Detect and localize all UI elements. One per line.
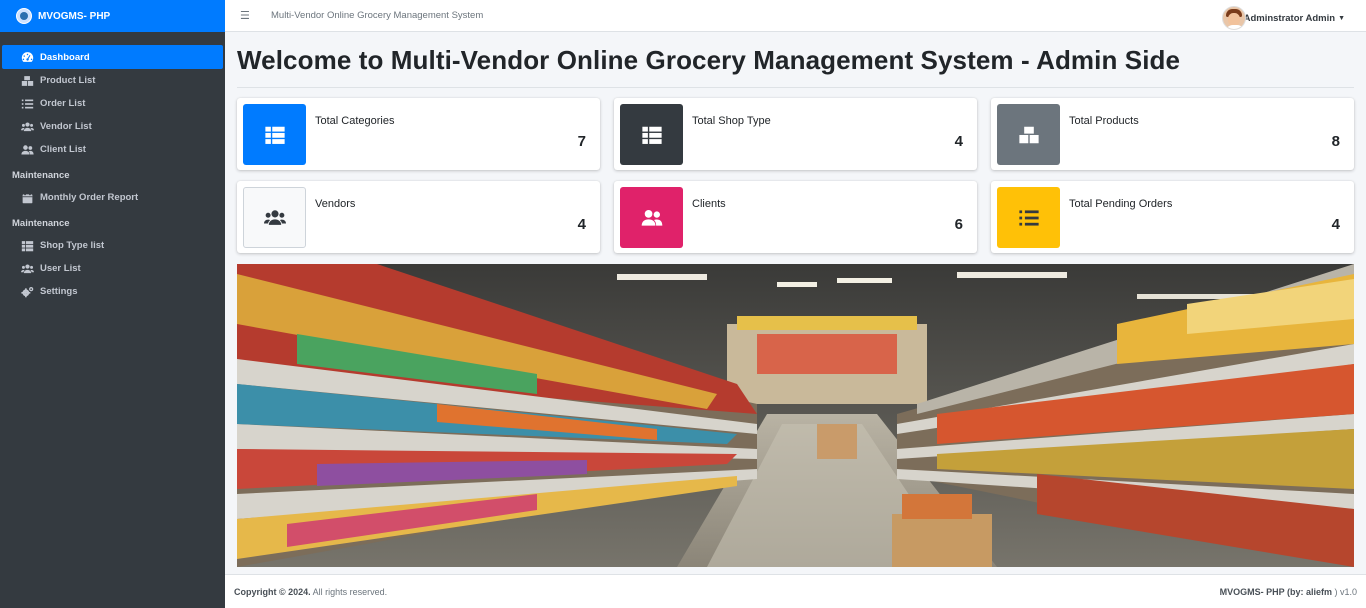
info-box-value: 4 — [577, 216, 586, 233]
table-icon — [20, 240, 34, 252]
list-icon — [997, 187, 1060, 248]
sidebar-item-label: Client List — [40, 144, 86, 155]
info-box-label: Total Products — [1069, 115, 1139, 127]
boxes-icon — [20, 75, 34, 87]
caret-down-icon: ▼ — [1338, 14, 1345, 22]
topbar-title: Multi-Vendor Online Grocery Management S… — [271, 10, 484, 21]
cogs-icon — [20, 286, 34, 298]
user-name: Adminstrator Admin — [1243, 12, 1336, 24]
info-box-value: 7 — [577, 133, 586, 150]
sidebar-item-order-list[interactable]: Order List — [2, 92, 223, 115]
info-box-total-pending-orders: Total Pending Orders 4 — [991, 181, 1354, 253]
sidebar-section-header: Maintenance — [12, 218, 70, 229]
avatar — [1221, 6, 1246, 30]
info-box-label: Clients — [692, 198, 726, 210]
page-title: Welcome to Multi-Vendor Online Grocery M… — [237, 45, 1354, 88]
sidebar-item-vendor-list[interactable]: Vendor List — [2, 115, 223, 138]
info-box-value: 8 — [1331, 133, 1340, 150]
sidebar-item-label: Product List — [40, 75, 96, 86]
sidebar-item-user-list[interactable]: User List — [2, 257, 223, 280]
user-menu[interactable]: Adminstrator Admin ▼ — [1221, 6, 1345, 30]
sidebar-item-label: Monthly Order Report — [40, 192, 139, 203]
footer-version: MVOGMS- PHP (by: aliefm ) v1.0 — [1219, 586, 1357, 597]
sidebar: MVOGMS- PHP Dashboard Product List Order… — [0, 0, 225, 608]
sidebar-item-product-list[interactable]: Product List — [2, 69, 223, 92]
users-icon — [243, 187, 306, 248]
info-box-grid: Total Categories 7 Total Shop Type 4 Tot… — [237, 98, 1354, 264]
info-box-value: 4 — [954, 133, 963, 150]
sidebar-nav: Dashboard Product List Order List Vendor… — [0, 32, 225, 303]
users-icon — [20, 121, 34, 133]
user-friends-icon — [620, 187, 683, 248]
info-box-vendors: Vendors 4 — [237, 181, 600, 253]
sidebar-item-settings[interactable]: Settings — [2, 280, 223, 303]
users-icon — [20, 263, 34, 275]
info-box-total-shop-type: Total Shop Type 4 — [614, 98, 977, 170]
sidebar-item-shop-type-list[interactable]: Shop Type list — [2, 234, 223, 257]
grocery-aisle-banner — [237, 264, 1354, 567]
sidebar-item-label: User List — [40, 263, 81, 274]
info-box-label: Vendors — [315, 198, 356, 210]
sidebar-item-label: Shop Type list — [40, 240, 105, 251]
sidebar-item-dashboard[interactable]: Dashboard — [2, 45, 223, 69]
info-box-clients: Clients 6 — [614, 181, 977, 253]
table-icon — [243, 104, 306, 165]
footer-copyright: Copyright © 2024. All rights reserved. — [234, 586, 388, 597]
sidebar-item-label: Dashboard — [40, 51, 90, 63]
calendar-icon — [20, 192, 34, 204]
sidebar-item-client-list[interactable]: Client List — [2, 138, 223, 161]
boxes-icon — [997, 104, 1060, 165]
info-box-total-products: Total Products 8 — [991, 98, 1354, 170]
sidebar-section-header: Maintenance — [12, 170, 70, 181]
topbar: ☰ Multi-Vendor Online Grocery Management… — [225, 0, 1366, 32]
menu-toggle-icon[interactable]: ☰ — [240, 9, 250, 22]
info-box-value: 4 — [1331, 216, 1340, 233]
main-content: Welcome to Multi-Vendor Online Grocery M… — [237, 32, 1354, 264]
brand-name: MVOGMS- PHP — [38, 10, 111, 22]
info-box-label: Total Pending Orders — [1069, 198, 1173, 210]
info-box-label: Total Categories — [315, 115, 395, 127]
sidebar-item-label: Settings — [40, 286, 78, 297]
sidebar-item-label: Vendor List — [40, 121, 92, 132]
user-friends-icon — [20, 144, 34, 156]
sidebar-item-label: Order List — [40, 98, 86, 109]
table-icon — [620, 104, 683, 165]
info-box-value: 6 — [954, 216, 963, 233]
brand-link[interactable]: MVOGMS- PHP — [0, 0, 225, 32]
footer: Copyright © 2024. All rights reserved. M… — [225, 574, 1366, 608]
info-box-total-categories: Total Categories 7 — [237, 98, 600, 170]
author-link[interactable]: aliefm — [1306, 587, 1332, 597]
dashboard-icon — [20, 51, 34, 63]
brand-logo-icon — [16, 8, 32, 24]
sidebar-item-monthly-order-report[interactable]: Monthly Order Report — [2, 186, 223, 209]
list-icon — [20, 98, 34, 110]
info-box-label: Total Shop Type — [692, 115, 771, 127]
